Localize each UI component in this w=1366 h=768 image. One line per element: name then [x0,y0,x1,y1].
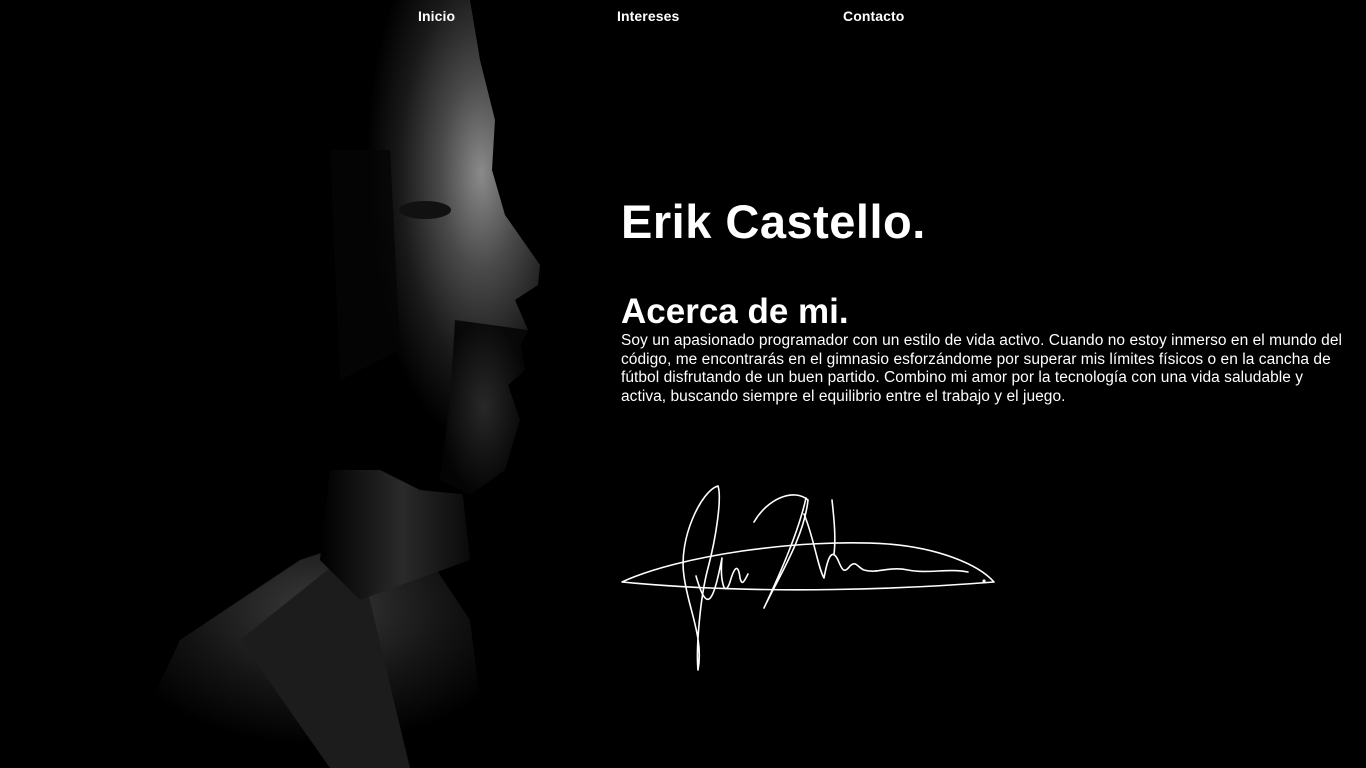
nav-link-inicio[interactable]: Inicio [418,8,455,24]
nav-link-contacto[interactable]: Contacto [843,8,904,24]
hero-content: Erik Castello. Acerca de mi. Soy un apas… [621,190,1351,406]
nav-link-intereses[interactable]: Intereses [617,8,679,24]
page-title: Erik Castello. [621,195,926,248]
signature-image [621,485,995,671]
about-text: Soy un apasionado programador con un est… [621,332,1342,405]
top-nav: Inicio Intereses Contacto [0,0,1366,34]
about-heading: Acerca de mi. [621,292,849,331]
